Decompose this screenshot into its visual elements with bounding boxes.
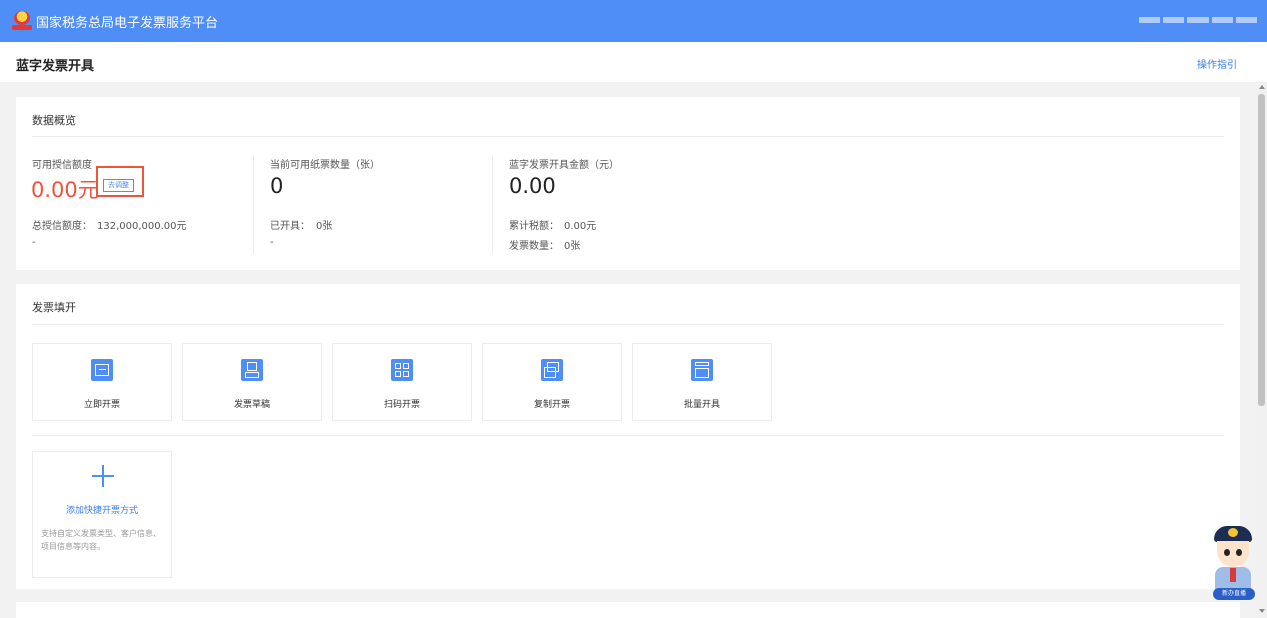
plus-icon (91, 464, 115, 488)
mascot-tag: 新办直播 (1213, 588, 1255, 600)
add-shortcut-card[interactable]: 添加快捷开票方式 支持自定义发票类型、客户信息、项目信息等内容。 (32, 451, 172, 578)
tile-label: 扫码开票 (383, 400, 420, 410)
assistant-mascot[interactable]: 新办直播 (1209, 524, 1257, 602)
scroll-up-arrow-icon[interactable] (1259, 85, 1265, 89)
invoice-transfer-icon (91, 359, 113, 381)
invoice-draft-tile[interactable]: 发票草稿 (182, 343, 322, 421)
scrollbar-thumb[interactable] (1258, 94, 1265, 406)
credit-extra: - (32, 237, 36, 248)
cumulative-tax-value: 0.00元 (564, 221, 597, 232)
invoice-issue-title: 发票填开 (32, 301, 76, 314)
overview-divider (32, 136, 1224, 137)
qr-code-icon (391, 359, 413, 381)
available-credit-label: 可用授信额度 (32, 160, 92, 171)
column-separator (253, 156, 254, 254)
issue-divider (32, 324, 1224, 325)
issued-label: 已开具： (270, 221, 310, 232)
tile-label: 批量开具 (683, 400, 720, 410)
total-credit-value: 132,000,000.00元 (97, 221, 187, 232)
mascot-tie-icon (1230, 568, 1236, 582)
blue-invoice-amount-label: 蓝字发票开具金额（元） (509, 160, 619, 171)
copy-invoice-icon (541, 359, 563, 381)
scroll-down-arrow-icon[interactable] (1259, 609, 1265, 613)
mascot-face-icon (1217, 541, 1249, 567)
paper-count-label: 当前可用纸票数量（张） (270, 160, 380, 171)
blue-invoice-amount-value: 0.00 (509, 174, 556, 198)
page-title: 蓝字发票开具 (16, 59, 95, 74)
draft-tray-icon (241, 359, 263, 381)
mascot-eye-icon (1236, 549, 1242, 556)
page-header: 蓝字发票开具 操作指引 (0, 42, 1267, 82)
issue-now-tile[interactable]: 立即开票 (32, 343, 172, 421)
invoice-issue-card (16, 284, 1240, 589)
vertical-scrollbar[interactable] (1256, 82, 1267, 618)
paper-extra: - (270, 237, 274, 248)
issued-value: 0张 (316, 221, 333, 232)
operation-guide-link[interactable]: 操作指引 (1197, 56, 1237, 71)
tile-label: 立即开票 (83, 400, 120, 410)
copy-issue-tile[interactable]: 复制开票 (482, 343, 622, 421)
batch-issue-tile[interactable]: 批量开具 (632, 343, 772, 421)
add-shortcut-label: 添加快捷开票方式 (65, 506, 138, 516)
platform-title: 国家税务总局电子发票服务平台 (36, 15, 219, 31)
total-credit-label: 总授信额度： (32, 221, 92, 232)
next-section-card (16, 602, 1240, 618)
tax-emblem-logo (12, 11, 32, 31)
top-navigation-bar: 国家税务总局电子发票服务平台 (0, 0, 1267, 42)
available-credit-value: 0.00元 (31, 178, 99, 202)
adjust-credit-button[interactable]: 去调整 (103, 179, 134, 192)
invoice-count-label: 发票数量： (509, 241, 559, 252)
data-overview-title: 数据概览 (32, 114, 76, 127)
scan-issue-tile[interactable]: 扫码开票 (332, 343, 472, 421)
column-separator (492, 156, 493, 254)
user-info-area[interactable] (1139, 14, 1258, 26)
batch-invoice-icon (691, 359, 713, 381)
mascot-eye-icon (1224, 549, 1230, 556)
shortcut-divider (32, 435, 1224, 436)
invoice-count-value: 0张 (564, 241, 581, 252)
tile-label: 发票草稿 (233, 400, 270, 410)
tile-label: 复制开票 (533, 400, 570, 410)
cumulative-tax-label: 累计税额： (509, 221, 559, 232)
add-shortcut-description: 支持自定义发票类型、客户信息、项目信息等内容。 (41, 529, 161, 551)
mascot-badge-icon (1228, 528, 1238, 537)
paper-count-value: 0 (270, 174, 284, 198)
data-overview-card (16, 97, 1240, 270)
